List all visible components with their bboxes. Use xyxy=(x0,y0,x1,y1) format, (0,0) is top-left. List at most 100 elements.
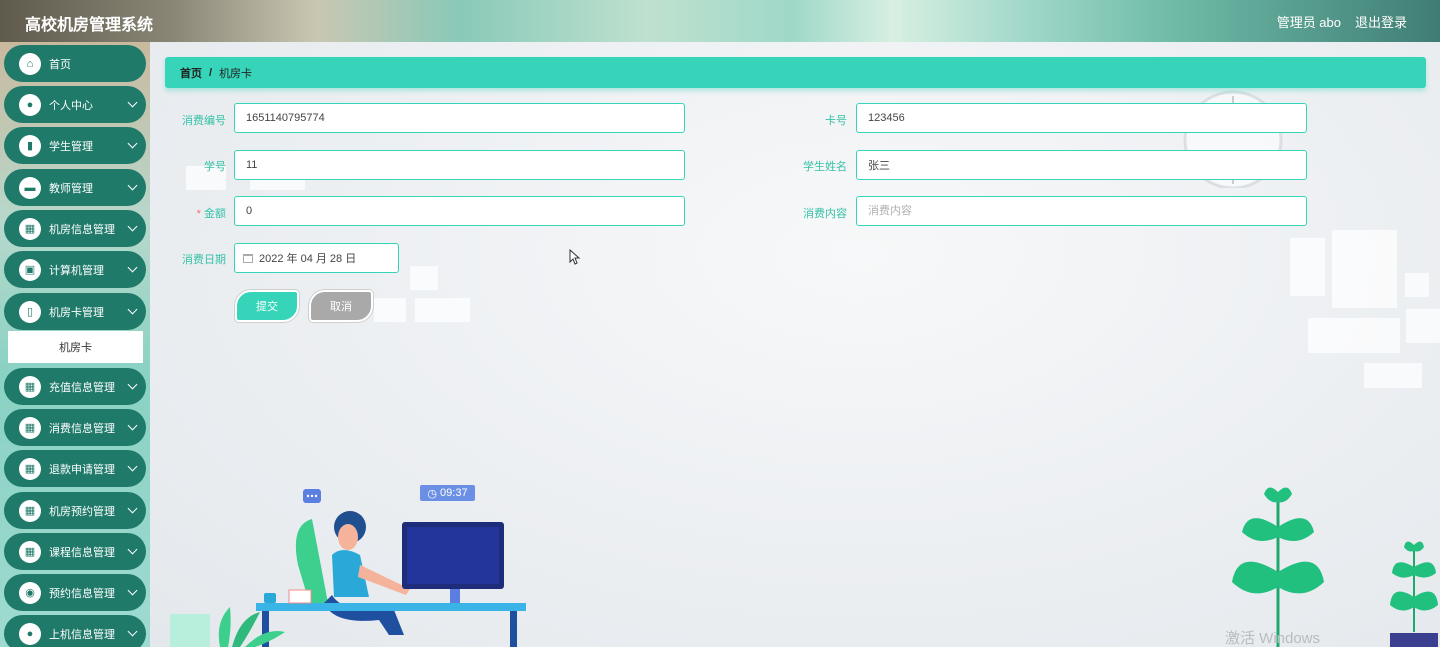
grid-icon: ▦ xyxy=(19,499,41,522)
plant-decoration-right xyxy=(1232,487,1324,647)
chevron-down-icon xyxy=(127,461,138,472)
app-title: 高校机房管理系统 xyxy=(25,17,154,34)
card-no-input[interactable] xyxy=(856,103,1307,133)
decor-square xyxy=(1364,363,1422,388)
consume-date-picker[interactable]: 2022 年 04 月 28 日 xyxy=(234,243,399,273)
chevron-down-icon xyxy=(127,585,138,596)
grid-icon: ▦ xyxy=(19,457,41,480)
sidebar-item-room-booking-management[interactable]: ▦ 机房预约管理 xyxy=(4,492,146,529)
sidebar-item-student-management[interactable]: ▮ 学生管理 xyxy=(4,127,146,164)
card-icon: ▯ xyxy=(19,300,41,323)
plant-decoration xyxy=(170,607,285,647)
breadcrumb-home[interactable]: 首页 xyxy=(180,65,202,81)
top-header: 高校机房管理系统 管理员 abo 退出登录 xyxy=(0,0,1440,42)
user-icon: ● xyxy=(19,93,41,116)
home-icon: ⌂ xyxy=(19,52,41,75)
sidebar-item-home[interactable]: ⌂ 首页 xyxy=(4,45,146,82)
sidebar-item-label: 个人中心 xyxy=(49,99,93,112)
chevron-down-icon xyxy=(127,262,138,273)
sidebar-item-label: 充值信息管理 xyxy=(49,381,115,394)
breadcrumb-current: 机房卡 xyxy=(219,67,253,80)
card-no-label: 卡号 xyxy=(825,115,847,127)
cancel-button[interactable]: 取消 xyxy=(309,290,373,322)
consume-no-label: 消费编号 xyxy=(182,115,226,127)
chevron-down-icon xyxy=(127,221,138,232)
decor-square xyxy=(374,298,406,322)
chevron-down-icon xyxy=(127,180,138,191)
sidebar-item-recharge-management[interactable]: ▦ 充值信息管理 xyxy=(4,368,146,405)
submit-button[interactable]: 提交 xyxy=(235,290,299,322)
grid-icon: ▦ xyxy=(19,375,41,398)
sidebar-item-room-info-management[interactable]: ▦ 机房信息管理 xyxy=(4,210,146,247)
breadcrumb-separator: / xyxy=(209,66,213,79)
sidebar-subitem-room-card[interactable]: 机房卡 xyxy=(8,331,143,363)
mouse-cursor-icon xyxy=(569,249,581,265)
decor-square xyxy=(1308,318,1400,353)
briefcase-icon: ▬ xyxy=(19,176,41,199)
sidebar-item-label: 首页 xyxy=(49,58,71,71)
breadcrumb: 首页 / 机房卡 xyxy=(165,57,1426,88)
sidebar-item-label: 教师管理 xyxy=(49,182,93,195)
sidebar-item-label: 课程信息管理 xyxy=(49,546,115,559)
grid-icon: ▦ xyxy=(19,217,41,240)
sidebar-item-label: 预约信息管理 xyxy=(49,587,115,600)
computer-icon: ▣ xyxy=(19,258,41,281)
sidebar-item-label: 机房预约管理 xyxy=(49,505,115,518)
amount-label: * 金额 xyxy=(170,205,226,221)
grid-icon: ▦ xyxy=(19,416,41,439)
bulb-icon: ◉ xyxy=(19,581,41,604)
decor-square xyxy=(410,266,438,290)
sidebar-item-course-management[interactable]: ▦ 课程信息管理 xyxy=(4,533,146,570)
consume-no-input[interactable] xyxy=(234,103,685,133)
sidebar-item-computer-management[interactable]: ▣ 计算机管理 xyxy=(4,251,146,288)
plant-pot-decoration xyxy=(1390,541,1438,647)
consume-content-input[interactable] xyxy=(856,196,1307,226)
sidebar-item-label: 机房卡管理 xyxy=(49,306,104,319)
decor-square xyxy=(1332,230,1397,308)
user-icon: ● xyxy=(19,622,41,645)
consume-content-label: 消费内容 xyxy=(803,208,847,220)
sidebar-item-booking-info-management[interactable]: ◉ 预约信息管理 xyxy=(4,574,146,611)
consume-date-value: 2022 年 04 月 28 日 xyxy=(259,253,357,265)
chevron-down-icon xyxy=(127,304,138,315)
chevron-down-icon xyxy=(127,503,138,514)
sidebar-item-personal-center[interactable]: ● 个人中心 xyxy=(4,86,146,123)
required-mark: * xyxy=(196,208,201,220)
amount-input[interactable] xyxy=(234,196,685,226)
consume-date-label: 消费日期 xyxy=(182,254,226,266)
sidebar-item-teacher-management[interactable]: ▬ 教师管理 xyxy=(4,169,146,206)
student-name-input[interactable] xyxy=(856,150,1307,180)
decor-square xyxy=(1405,273,1429,297)
chevron-down-icon xyxy=(127,97,138,108)
decor-square xyxy=(415,298,470,322)
sidebar-item-label: 上机信息管理 xyxy=(49,628,115,641)
sidebar-item-refund-management[interactable]: ▦ 退款申请管理 xyxy=(4,450,146,487)
sidebar-item-label: 学生管理 xyxy=(49,140,93,153)
amount-label-text: 金额 xyxy=(204,208,226,220)
sidebar-item-label: 机房信息管理 xyxy=(49,223,115,236)
chevron-down-icon xyxy=(127,626,138,637)
student-name-label: 学生姓名 xyxy=(803,161,847,173)
chevron-down-icon xyxy=(127,379,138,390)
main-content: 首页 / 机房卡 消费编号 卡号 学号 学生姓名 * 金额 消费内容 消费日期 … xyxy=(150,42,1440,647)
sidebar-item-room-card-management[interactable]: ▯ 机房卡管理 xyxy=(4,293,146,330)
sidebar-item-label: 消费信息管理 xyxy=(49,422,115,435)
grid-icon: ▦ xyxy=(19,540,41,563)
student-no-label: 学号 xyxy=(204,161,226,173)
sidebar-item-label: 退款申请管理 xyxy=(49,463,115,476)
admin-user-label: 管理员 abo xyxy=(1276,15,1341,30)
bar-chart-icon: ▮ xyxy=(19,134,41,157)
chevron-down-icon xyxy=(127,138,138,149)
chevron-down-icon xyxy=(127,420,138,431)
sidebar-item-label: 计算机管理 xyxy=(49,264,104,277)
sidebar: ⌂ 首页 ● 个人中心 ▮ 学生管理 ▬ 教师管理 ▦ 机房信息管理 ▣ 计算机… xyxy=(0,42,150,647)
decor-square xyxy=(1406,309,1440,343)
student-no-input[interactable] xyxy=(234,150,685,180)
logout-link[interactable]: 退出登录 xyxy=(1355,12,1407,31)
chevron-down-icon xyxy=(127,544,138,555)
decor-square xyxy=(1290,238,1325,296)
calendar-icon xyxy=(243,253,253,263)
sidebar-item-usage-info-management[interactable]: ● 上机信息管理 xyxy=(4,615,146,647)
sidebar-item-consume-management[interactable]: ▦ 消费信息管理 xyxy=(4,409,146,446)
windows-activation-watermark: 激活 Windows xyxy=(1225,630,1321,647)
